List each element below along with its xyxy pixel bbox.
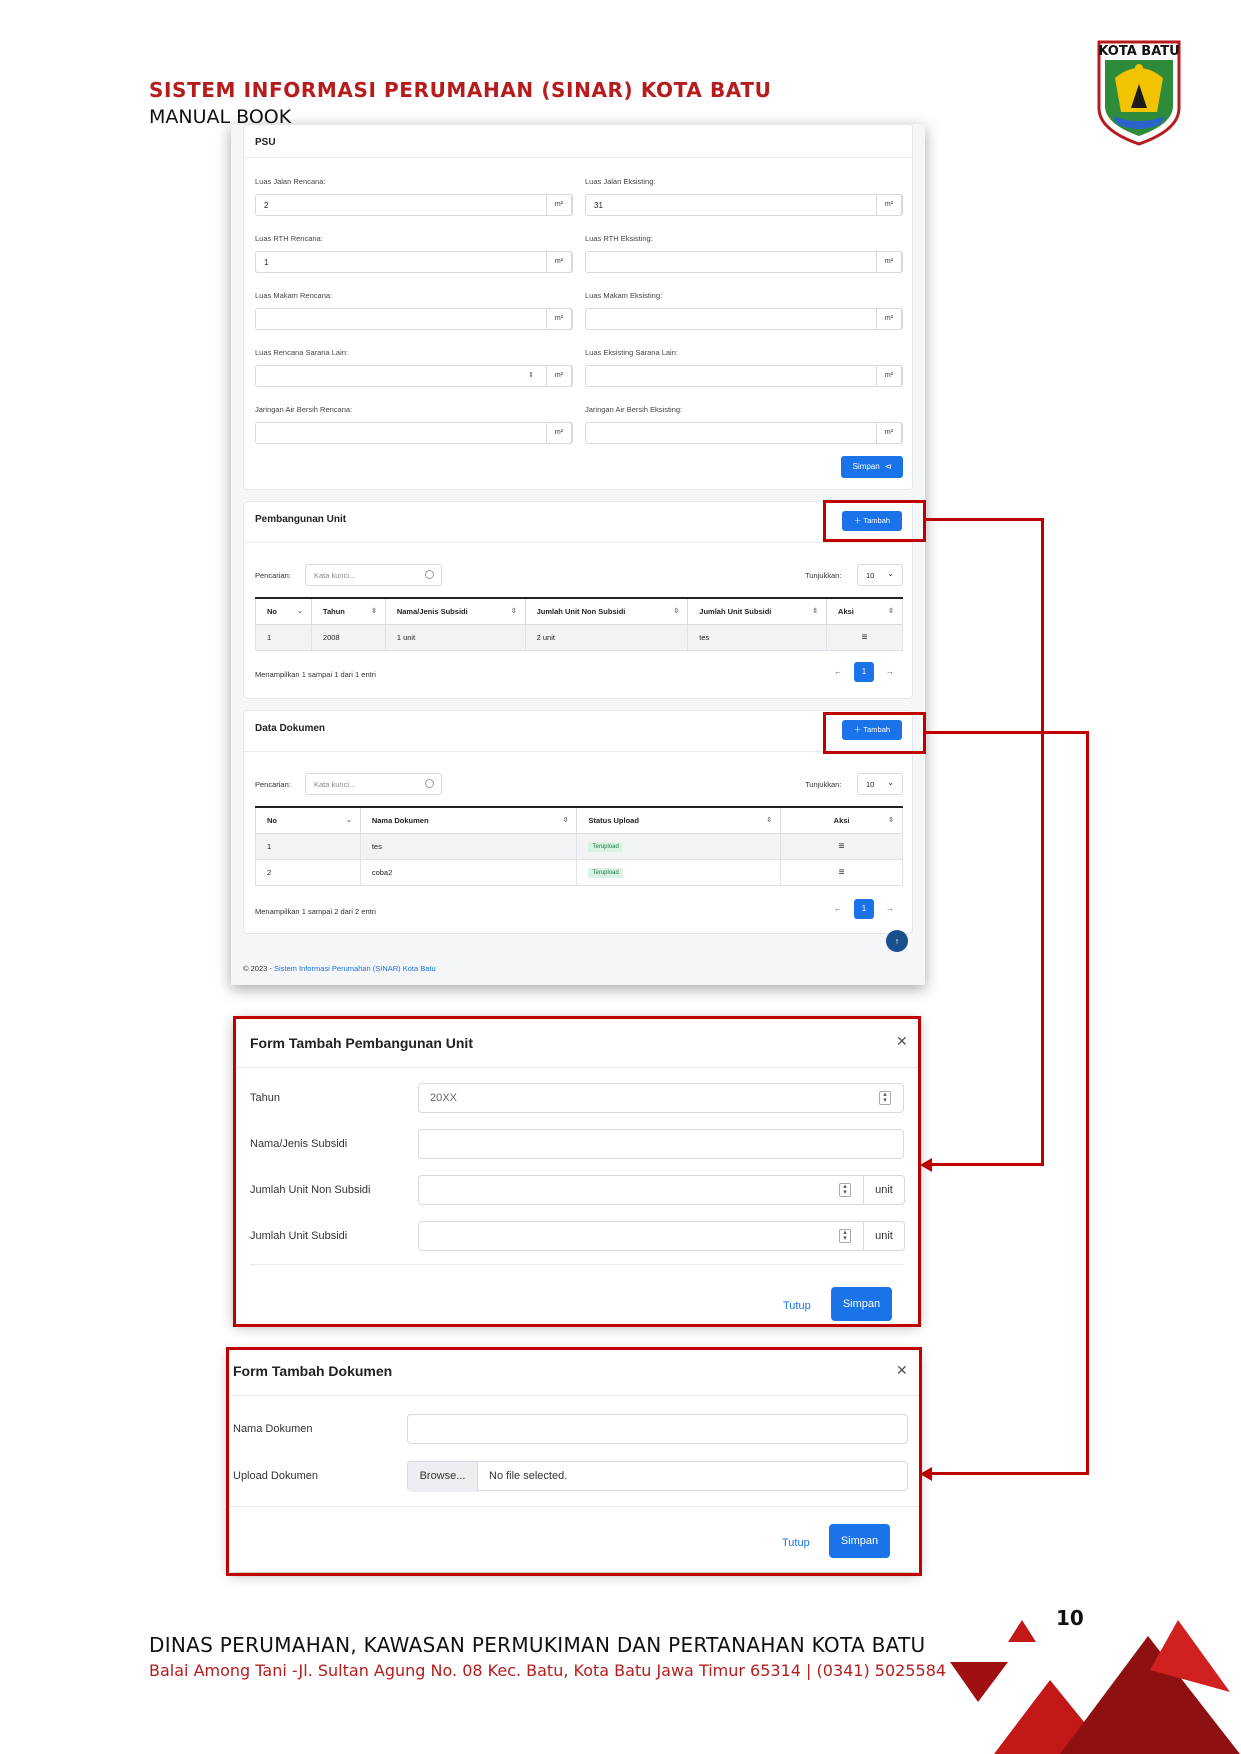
field-label: Luas Makam Rencana: [255,291,333,300]
luas-rth-eksisting-input[interactable]: m² [585,251,903,273]
prev-page-icon[interactable]: ← [834,904,842,913]
organization-name: DINAS PERUMAHAN, KAWASAN PERMUKIMAN DAN … [149,1633,926,1657]
sort-icon: ⇳ [888,817,894,824]
search-label: Pencarian: [255,571,291,580]
sort-desc-icon: ⌄ [297,608,303,615]
doc-search-input[interactable]: Kata kunci... [305,773,442,795]
pembangunan-unit-panel: Pembangunan Unit ＋ Tambah Pencarian: Kat… [243,501,913,699]
luas-makam-eksisting-input[interactable]: m² [585,308,903,330]
table-row: 1 tes Terupload ≡ [255,832,903,860]
screenshot-footer: © 2023 - Sistem Informasi Perumahan (SIN… [243,964,436,973]
highlight-unit-modal [233,1016,921,1327]
luas-makam-rencana-input[interactable]: m² [255,308,573,330]
psu-panel: PSU Luas Jalan Rencana: 2 m² Luas Jalan … [243,124,913,490]
field-label: Jaringan Air Bersih Rencana: [255,405,353,414]
chevron-down-icon: ⌄ [887,778,894,787]
table-row: 2 coba2 Terupload ≡ [255,858,903,886]
kota-batu-logo: KOTA BATU [1095,38,1183,146]
field-label: Luas RTH Rencana: [255,234,323,243]
field-label: Luas Eksisting Sarana Lain: [585,348,678,357]
data-dokumen-panel: Data Dokumen ＋ Tambah Pencarian: Kata ku… [243,710,913,934]
unit-table: No ⌄ Tahun ⇳ Nama/Jenis Subsidi ⇳ Jumlah Un… [255,597,903,651]
send-icon: ⊲ [884,462,892,471]
jaringan-air-eksisting-input[interactable]: m² [585,422,903,444]
column-header[interactable]: Nama/Jenis Subsidi ⇳ [384,597,526,625]
luas-jalan-rencana-input[interactable]: 2 m² [255,194,573,216]
luas-rth-rencana-input[interactable]: 1 m² [255,251,573,273]
doc-pagination: ← 1 → [834,899,894,919]
table-row: 1 2008 1 unit 2 unit tes ≡ [255,623,903,651]
search-label: Pencarian: [255,780,291,789]
column-header[interactable]: Tahun ⇳ [310,597,386,625]
show-label: Tunjukkan: [805,780,842,789]
action-menu-icon[interactable]: ≡ [826,623,903,651]
next-page-icon[interactable]: → [886,667,894,676]
column-header[interactable]: Jumlah Unit Non Subsidi ⇳ [524,597,689,625]
arrow-up-icon: ↑ [894,936,900,946]
search-icon [425,779,434,788]
arrow-left-icon [920,1158,932,1172]
footer-link[interactable]: Sistem Informasi Perumahan (SINAR) Kota … [274,964,436,973]
doc-table: No ⌄ Nama Dokumen ⇳ Status Upload ⇳ Aksi ⇳ 1… [255,806,903,886]
entries-info: Menampilkan 1 sampai 1 dari 1 entri [255,670,376,679]
column-header[interactable]: Aksi ⇳ [780,806,903,834]
prev-page-icon[interactable]: ← [834,667,842,676]
organization-address: Balai Among Tani -Jl. Sultan Agung No. 0… [149,1661,947,1680]
field-label: Luas Jalan Rencana: [255,177,326,186]
column-header[interactable]: Nama Dokumen ⇳ [359,806,578,834]
spinner-icon[interactable]: ⇕ [528,371,534,379]
luas-rencana-sarana-lain-input[interactable]: ⇕ m² [255,365,573,387]
doc-page-size-select[interactable]: 10 ⌄ [857,773,903,795]
document-title: SISTEM INFORMASI PERUMAHAN (SINAR) KOTA … [149,78,772,102]
highlight-doc-modal [226,1347,922,1576]
app-screenshot: PSU Luas Jalan Rencana: 2 m² Luas Jalan … [231,124,925,985]
action-menu-icon[interactable]: ≡ [780,858,903,886]
field-label: Luas Makam Eksisting: [585,291,663,300]
unit-page-size-select[interactable]: 10 ⌄ [857,564,903,586]
highlight-doc-add [823,712,926,754]
chevron-down-icon: ⌄ [887,569,894,578]
sort-icon: ⇳ [370,608,377,615]
page-button[interactable]: 1 [854,899,874,919]
luas-eksisting-sarana-lain-input[interactable]: m² [585,365,903,387]
search-icon [425,570,434,579]
sort-icon: ⇳ [812,608,819,615]
status-badge: Terupload [588,867,623,878]
psu-save-button[interactable]: Simpan ⊲ [841,456,903,478]
field-label: Luas Jalan Eksisting: [585,177,656,186]
sort-desc-icon: ⌄ [345,817,352,824]
column-header[interactable]: Aksi ⇳ [826,597,903,625]
page-button[interactable]: 1 [854,662,874,682]
psu-title: PSU [255,137,276,148]
column-header[interactable]: Status Upload ⇳ [576,806,782,834]
pembangunan-unit-title: Pembangunan Unit [255,514,347,525]
highlight-unit-add [823,500,926,542]
entries-info: Menampilkan 1 sampai 2 dari 2 entri [255,907,376,916]
column-header[interactable]: No ⌄ [255,806,361,834]
sort-icon: ⇳ [673,608,680,615]
unit-pagination: ← 1 → [834,662,894,682]
field-label: Luas Rencana Sarana Lain: [255,348,348,357]
logo-text: KOTA BATU [1098,44,1180,59]
status-badge: Terupload [588,841,623,852]
action-menu-icon[interactable]: ≡ [780,832,903,860]
show-label: Tunjukkan: [805,571,842,580]
next-page-icon[interactable]: → [886,904,894,913]
sort-icon: ⇳ [766,817,773,824]
decorative-triangles-icon [950,1620,1240,1754]
luas-jalan-eksisting-input[interactable]: 31 m² [585,194,903,216]
data-dokumen-title: Data Dokumen [255,723,326,734]
scroll-top-button[interactable]: ↑ [886,930,908,952]
column-header[interactable]: No ⌄ [255,597,312,625]
sort-icon: ⇳ [888,608,894,615]
column-header[interactable]: Jumlah Unit Subsidi ⇳ [687,597,828,625]
field-label: Jaringan Air Bersih Eksisting: [585,405,683,414]
sort-icon: ⇳ [510,608,517,615]
unit-search-input[interactable]: Kata kunci... [305,564,442,586]
sort-icon: ⇳ [562,817,569,824]
jaringan-air-rencana-input[interactable]: m² [255,422,573,444]
field-label: Luas RTH Eksisting: [585,234,653,243]
